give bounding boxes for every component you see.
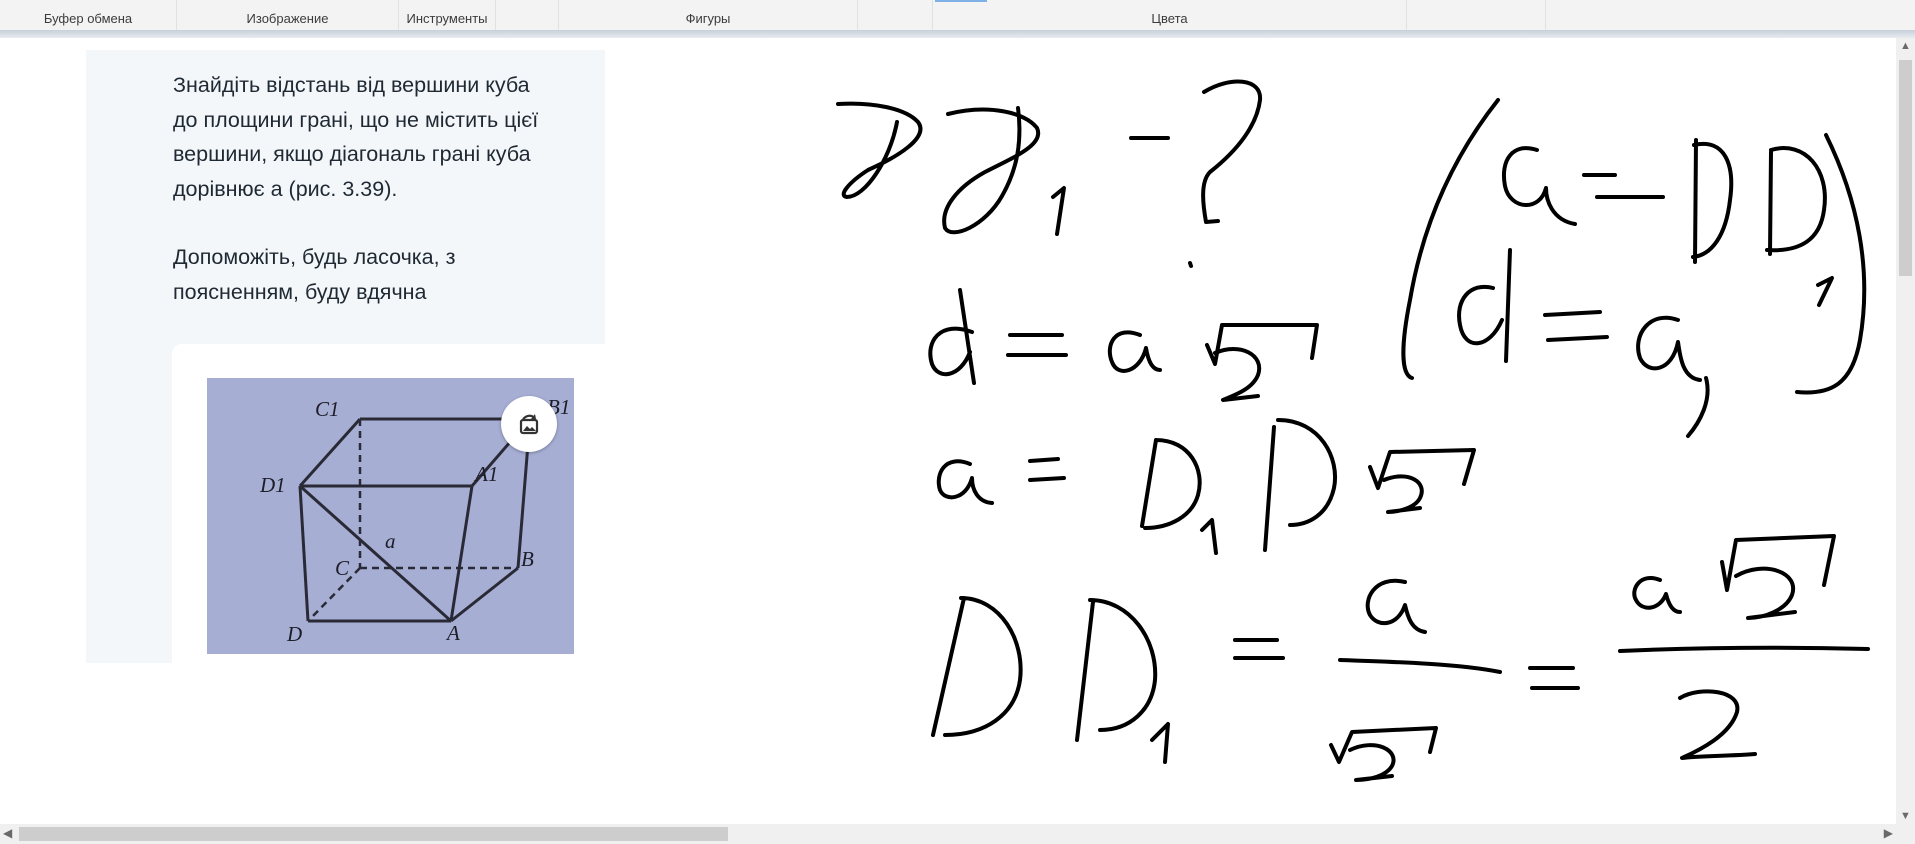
ink-a3 xyxy=(1636,315,1702,382)
ink-right-paren xyxy=(1795,133,1867,395)
ink-fraction-bar xyxy=(1338,658,1502,674)
ink-dot xyxy=(1188,261,1193,268)
ink-D-final xyxy=(931,596,1023,737)
ink-sqrt4 xyxy=(1720,534,1836,592)
ribbon-group-labels: Буфер обмена Изображение Инструменты Фиг… xyxy=(0,0,1915,31)
group-colors[interactable]: Цвета xyxy=(933,0,1407,30)
group-clipboard[interactable]: Буфер обмена xyxy=(0,0,177,30)
handwritten-solution xyxy=(836,79,1870,782)
ink-D xyxy=(836,101,923,199)
ink-equals4 xyxy=(1028,457,1066,482)
ink-equals6 xyxy=(1528,666,1580,690)
group-edit-colors[interactable] xyxy=(1407,0,1546,30)
ink-numerator-a xyxy=(1365,578,1427,634)
ink-question xyxy=(1201,79,1263,224)
ink-D-final2 xyxy=(1075,598,1158,742)
ink-d xyxy=(928,288,976,385)
arrow-left-icon[interactable]: ◀ xyxy=(3,826,12,840)
group-label: Изображение xyxy=(246,11,329,26)
ink-2d xyxy=(1734,566,1797,620)
group-image[interactable]: Изображение xyxy=(177,0,399,30)
ink-equals2 xyxy=(1006,333,1068,357)
ink-equals xyxy=(1582,173,1665,199)
ink-subscript-1b xyxy=(1816,276,1834,307)
group-label: Буфер обмена xyxy=(43,11,133,26)
paint-canvas[interactable]: Знайдіть відстань від вершини куба до пл… xyxy=(0,38,1896,824)
arrow-right-icon[interactable]: ▶ xyxy=(1884,826,1893,840)
ink-sqrt2 xyxy=(1368,448,1476,490)
ink-D-again xyxy=(1263,418,1337,552)
ink-fraction-bar2 xyxy=(1618,645,1870,653)
ink-subscript-1c xyxy=(1200,518,1218,555)
ink-D-big xyxy=(1691,138,1734,264)
arrow-down-icon[interactable]: ▼ xyxy=(1900,810,1911,822)
group-label: Инструменты xyxy=(406,11,488,26)
group-shapes[interactable]: Фигуры xyxy=(559,0,858,30)
ink-subscript-1d xyxy=(1150,722,1170,764)
ink-subscript-1 xyxy=(1051,186,1066,236)
ink-2c xyxy=(1348,743,1396,782)
vertical-scroll-thumb[interactable] xyxy=(1899,60,1912,276)
ink-sqrt3 xyxy=(1329,726,1438,764)
ink-left-paren xyxy=(1401,98,1500,380)
group-label: Фигуры xyxy=(685,11,731,26)
horizontal-scrollbar[interactable]: ◀ ▶ xyxy=(0,824,1896,844)
vertical-scrollbar[interactable]: ▲ ▼ xyxy=(1896,38,1915,824)
ink-equals3 xyxy=(1543,310,1609,342)
group-size[interactable] xyxy=(858,0,933,30)
scrollbar-corner xyxy=(1896,824,1915,844)
ink-sqrt xyxy=(1205,323,1319,366)
ink-numerator-a2 xyxy=(1632,576,1682,614)
ink-equals5 xyxy=(1233,638,1285,660)
ribbon-accent xyxy=(935,0,987,2)
group-label: Цвета xyxy=(1151,11,1188,26)
ink-comma xyxy=(1686,376,1710,438)
group-tools[interactable]: Инструменты xyxy=(399,0,496,30)
group-brushes[interactable] xyxy=(496,0,559,30)
ink-a4 xyxy=(936,459,994,505)
ink-denominator-2 xyxy=(1678,689,1757,760)
ink-D-big2 xyxy=(1765,146,1827,256)
group-extra[interactable] xyxy=(1546,0,1915,30)
ink-d2 xyxy=(1457,248,1512,363)
ink-a2 xyxy=(1107,330,1162,373)
ribbon-divider xyxy=(0,30,1915,38)
arrow-up-icon[interactable]: ▲ xyxy=(1900,40,1911,52)
horizontal-scroll-thumb[interactable] xyxy=(19,827,728,841)
ink-D1-body xyxy=(942,106,1041,235)
ink-2 xyxy=(1213,347,1262,402)
ink-a xyxy=(1501,146,1577,226)
ink-D1 xyxy=(1140,438,1202,530)
ink-2b xyxy=(1382,474,1424,514)
